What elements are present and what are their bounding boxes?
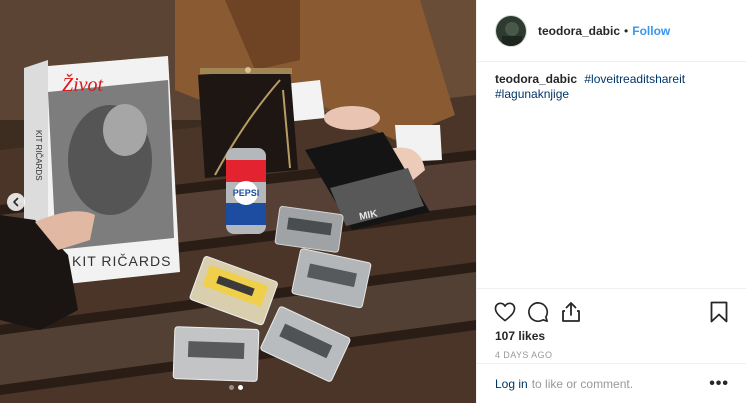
- can-label: PEPSI: [233, 188, 260, 198]
- hashtag-link[interactable]: #loveitreaditshareit: [584, 72, 685, 86]
- timestamp[interactable]: 4 DAYS AGO: [493, 350, 731, 360]
- username[interactable]: teodora_dabic: [538, 24, 620, 38]
- comment-button[interactable]: [526, 300, 550, 324]
- login-prompt: Log in to like or comment. •••: [477, 363, 746, 403]
- pepsi-can: PEPSI: [226, 148, 266, 234]
- comment-icon: [528, 302, 549, 323]
- book-spine: KIT RIČARDS: [34, 130, 43, 181]
- like-button[interactable]: [493, 300, 517, 324]
- save-button[interactable]: [707, 300, 731, 324]
- caption-username[interactable]: teodora_dabic: [495, 72, 577, 86]
- post-sidebar: teodora_dabic • Follow teodora_dabic #lo…: [476, 0, 746, 403]
- instagram-post: MIK PEPSI Život KIT RIČARDS KIT RIČARDS: [0, 0, 746, 403]
- post-header: teodora_dabic • Follow: [477, 0, 746, 62]
- previous-photo-button[interactable]: [7, 193, 25, 211]
- login-prompt-text: to like or comment.: [531, 376, 634, 391]
- share-icon: [562, 302, 580, 322]
- caption: teodora_dabic #loveitreaditshareit #lagu…: [477, 62, 746, 288]
- avatar[interactable]: [495, 14, 527, 47]
- carousel-indicator: [229, 385, 243, 390]
- book-title: Život: [62, 73, 104, 96]
- hashtag-link[interactable]: #lagunaknjige: [495, 87, 569, 101]
- book-author: KIT RIČARDS: [72, 253, 171, 269]
- share-button[interactable]: [559, 300, 583, 324]
- login-link[interactable]: Log in: [495, 377, 528, 391]
- follow-button[interactable]: Follow: [632, 24, 670, 38]
- carousel-dot-active: [238, 385, 243, 390]
- carousel-dot: [229, 385, 234, 390]
- action-section: 107 likes 4 DAYS AGO: [477, 288, 746, 360]
- photo-illustration: MIK PEPSI Život KIT RIČARDS KIT RIČARDS: [0, 0, 476, 403]
- heart-icon: [494, 302, 516, 322]
- like-count[interactable]: 107 likes: [493, 329, 731, 343]
- action-bar: [493, 297, 731, 327]
- bookmark-icon: [710, 301, 728, 323]
- more-options-button[interactable]: •••: [709, 375, 729, 391]
- chevron-left-icon: [13, 197, 19, 207]
- avatar-image: [496, 15, 526, 46]
- post-photo[interactable]: MIK PEPSI Život KIT RIČARDS KIT RIČARDS: [0, 0, 476, 403]
- separator-bullet: •: [624, 23, 629, 38]
